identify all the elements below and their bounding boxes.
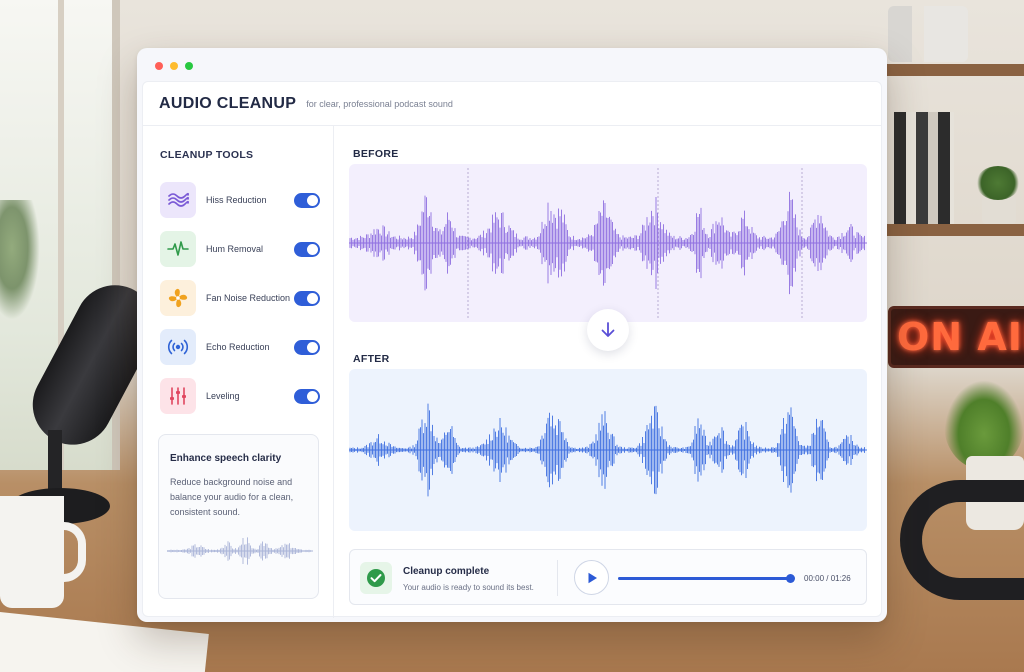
app-title: AUDIO CLEANUP bbox=[159, 94, 297, 112]
before-waveform-panel[interactable] bbox=[349, 164, 867, 322]
status-title: Cleanup complete bbox=[403, 566, 490, 577]
background-shelf-plant bbox=[976, 166, 1020, 224]
echo-reduction-toggle[interactable] bbox=[294, 339, 320, 355]
background-headphones bbox=[900, 480, 1024, 600]
process-arrow-button[interactable] bbox=[587, 309, 629, 351]
before-waveform bbox=[349, 168, 867, 318]
status-bar: Cleanup complete Your audio is ready to … bbox=[349, 549, 867, 605]
after-waveform-panel[interactable] bbox=[349, 369, 867, 531]
background-shelf-middle bbox=[884, 224, 1024, 236]
playback-time: 00:00 / 01:26 bbox=[804, 574, 851, 583]
tool-echo-reduction[interactable]: Echo Reduction bbox=[160, 329, 320, 365]
enhance-waveform-graphic bbox=[167, 537, 313, 565]
status-divider bbox=[557, 560, 558, 596]
broadcast-icon bbox=[160, 329, 196, 365]
hum-removal-toggle[interactable] bbox=[294, 241, 320, 257]
tool-label: Leveling bbox=[206, 391, 240, 401]
progress-fill bbox=[618, 577, 790, 580]
background-books bbox=[894, 112, 954, 224]
app-subtitle: for clear, professional podcast sound bbox=[306, 98, 453, 109]
cleanup-tools-heading: CLEANUP TOOLS bbox=[160, 149, 254, 161]
on-air-sign: ON AIR bbox=[888, 306, 1024, 368]
hiss-reduction-toggle[interactable] bbox=[294, 192, 320, 208]
tool-hiss-reduction[interactable]: Hiss Reduction bbox=[160, 182, 320, 218]
background-shelf-top bbox=[884, 64, 1024, 76]
tool-hum-removal[interactable]: Hum Removal bbox=[160, 231, 320, 267]
tool-leveling[interactable]: Leveling bbox=[160, 378, 320, 414]
leveling-toggle[interactable] bbox=[294, 388, 320, 404]
background-microphone bbox=[0, 270, 170, 530]
cleanup-tools-sidebar: CLEANUP TOOLS Hiss Reduction Hum Removal… bbox=[143, 126, 334, 618]
app-header: AUDIO CLEANUP for clear, professional po… bbox=[143, 82, 881, 126]
before-label: BEFORE bbox=[353, 148, 399, 160]
hiss-wave-icon bbox=[160, 182, 196, 218]
arrow-down-icon bbox=[601, 322, 615, 337]
sliders-icon bbox=[160, 378, 196, 414]
enhance-description: Reduce background noise and balance your… bbox=[170, 477, 294, 517]
enhance-speech-card: Enhance speech clarity Reduce background… bbox=[158, 434, 319, 599]
close-window-button[interactable] bbox=[155, 62, 163, 70]
playback-progress-slider[interactable] bbox=[618, 574, 795, 583]
enhance-title: Enhance speech clarity bbox=[170, 453, 282, 464]
progress-handle[interactable] bbox=[786, 574, 795, 583]
background-mug bbox=[0, 496, 86, 608]
tool-label: Hum Removal bbox=[206, 244, 264, 254]
tool-label: Hiss Reduction bbox=[206, 195, 267, 205]
app-content: AUDIO CLEANUP for clear, professional po… bbox=[142, 81, 883, 618]
minimize-window-button[interactable] bbox=[170, 62, 178, 70]
tool-label: Echo Reduction bbox=[206, 342, 270, 352]
after-label: AFTER bbox=[353, 353, 390, 365]
fan-icon bbox=[160, 280, 196, 316]
tool-label: Fan Noise Reduction bbox=[206, 293, 291, 303]
tool-fan-noise-reduction[interactable]: Fan Noise Reduction bbox=[160, 280, 320, 316]
app-window: AUDIO CLEANUP for clear, professional po… bbox=[137, 48, 887, 622]
maximize-window-button[interactable] bbox=[185, 62, 193, 70]
pulse-icon bbox=[160, 231, 196, 267]
window-controls bbox=[155, 62, 193, 70]
play-icon bbox=[588, 572, 597, 583]
play-button[interactable] bbox=[574, 560, 609, 595]
check-circle-icon bbox=[360, 562, 392, 594]
waveform-area: BEFORE AFTER Cleanup complete Your audio… bbox=[335, 126, 883, 618]
background-jars bbox=[888, 6, 968, 62]
status-subtitle: Your audio is ready to sound its best. bbox=[403, 583, 534, 592]
fan-noise-reduction-toggle[interactable] bbox=[294, 290, 320, 306]
after-waveform bbox=[349, 403, 867, 497]
